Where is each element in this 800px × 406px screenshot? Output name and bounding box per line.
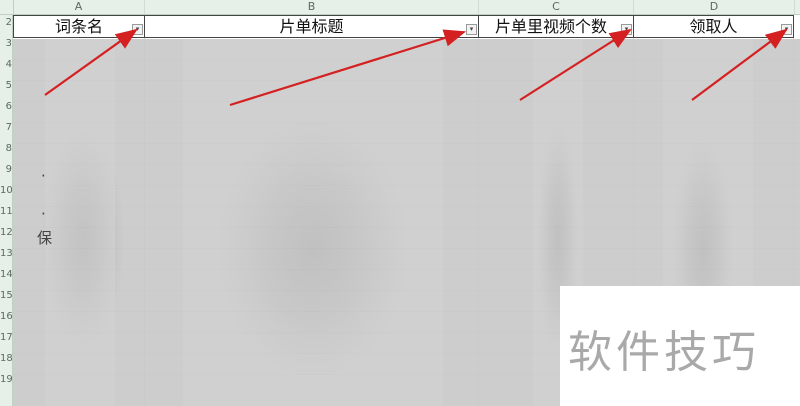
- header-cell-term-name[interactable]: 词条名 ▾: [13, 15, 145, 38]
- row-number[interactable]: 19: [0, 374, 13, 385]
- filter-dropdown-button[interactable]: ▾: [621, 24, 632, 35]
- row-number[interactable]: 16: [0, 311, 13, 322]
- row-number[interactable]: 18: [0, 353, 13, 364]
- row-number[interactable]: 13: [0, 248, 13, 259]
- column-header-c[interactable]: C: [479, 0, 634, 14]
- header-label: 片单标题: [279, 17, 344, 36]
- header-cell-video-count[interactable]: 片单里视频个数 ▾: [478, 15, 634, 38]
- row-number[interactable]: 15: [0, 290, 13, 301]
- header-cell-playlist-title[interactable]: 片单标题 ▾: [144, 15, 479, 38]
- column-header-bar: A B C D: [0, 0, 800, 15]
- header-label: 片单里视频个数: [494, 17, 607, 36]
- table-header-row: 词条名 ▾ 片单标题 ▾ 片单里视频个数 ▾ 领取人 ▾: [13, 15, 800, 38]
- select-all-corner[interactable]: [0, 0, 14, 14]
- header-cell-assignee[interactable]: 领取人 ▾: [633, 15, 794, 38]
- row-number[interactable]: 12: [0, 227, 13, 238]
- header-label: 领取人: [689, 17, 738, 36]
- column-header-d[interactable]: D: [634, 0, 795, 14]
- row-number[interactable]: 14: [0, 269, 13, 280]
- column-header-a[interactable]: A: [13, 0, 145, 14]
- filter-dropdown-button[interactable]: ▾: [781, 24, 792, 35]
- header-label: 词条名: [54, 17, 103, 36]
- row-header-bar: 2 3 4 5 6 7 8 9 10 11 12 13 14 15 16 17 …: [0, 15, 13, 406]
- obscured-cell-text: ·: [41, 205, 46, 223]
- watermark-panel: 软件技巧: [560, 286, 800, 406]
- row-number[interactable]: 6: [0, 101, 12, 112]
- row-number[interactable]: 9: [0, 164, 12, 175]
- row-number[interactable]: 3: [0, 38, 12, 49]
- row-number[interactable]: 4: [0, 59, 12, 70]
- row-number[interactable]: 5: [0, 80, 12, 91]
- filter-dropdown-button[interactable]: ▾: [466, 24, 477, 35]
- row-number[interactable]: 17: [0, 332, 13, 343]
- row-number[interactable]: 7: [0, 122, 12, 133]
- filter-dropdown-button[interactable]: ▾: [132, 24, 143, 35]
- row-number[interactable]: 2: [0, 17, 12, 28]
- row-number[interactable]: 10: [0, 185, 13, 196]
- column-header-b[interactable]: B: [145, 0, 479, 14]
- obscured-cell-text: 保: [37, 229, 53, 247]
- row-number[interactable]: 11: [0, 206, 13, 217]
- watermark-text: 软件技巧: [568, 327, 760, 378]
- row-number[interactable]: 8: [0, 143, 12, 154]
- obscured-cell-text: ·: [41, 167, 46, 185]
